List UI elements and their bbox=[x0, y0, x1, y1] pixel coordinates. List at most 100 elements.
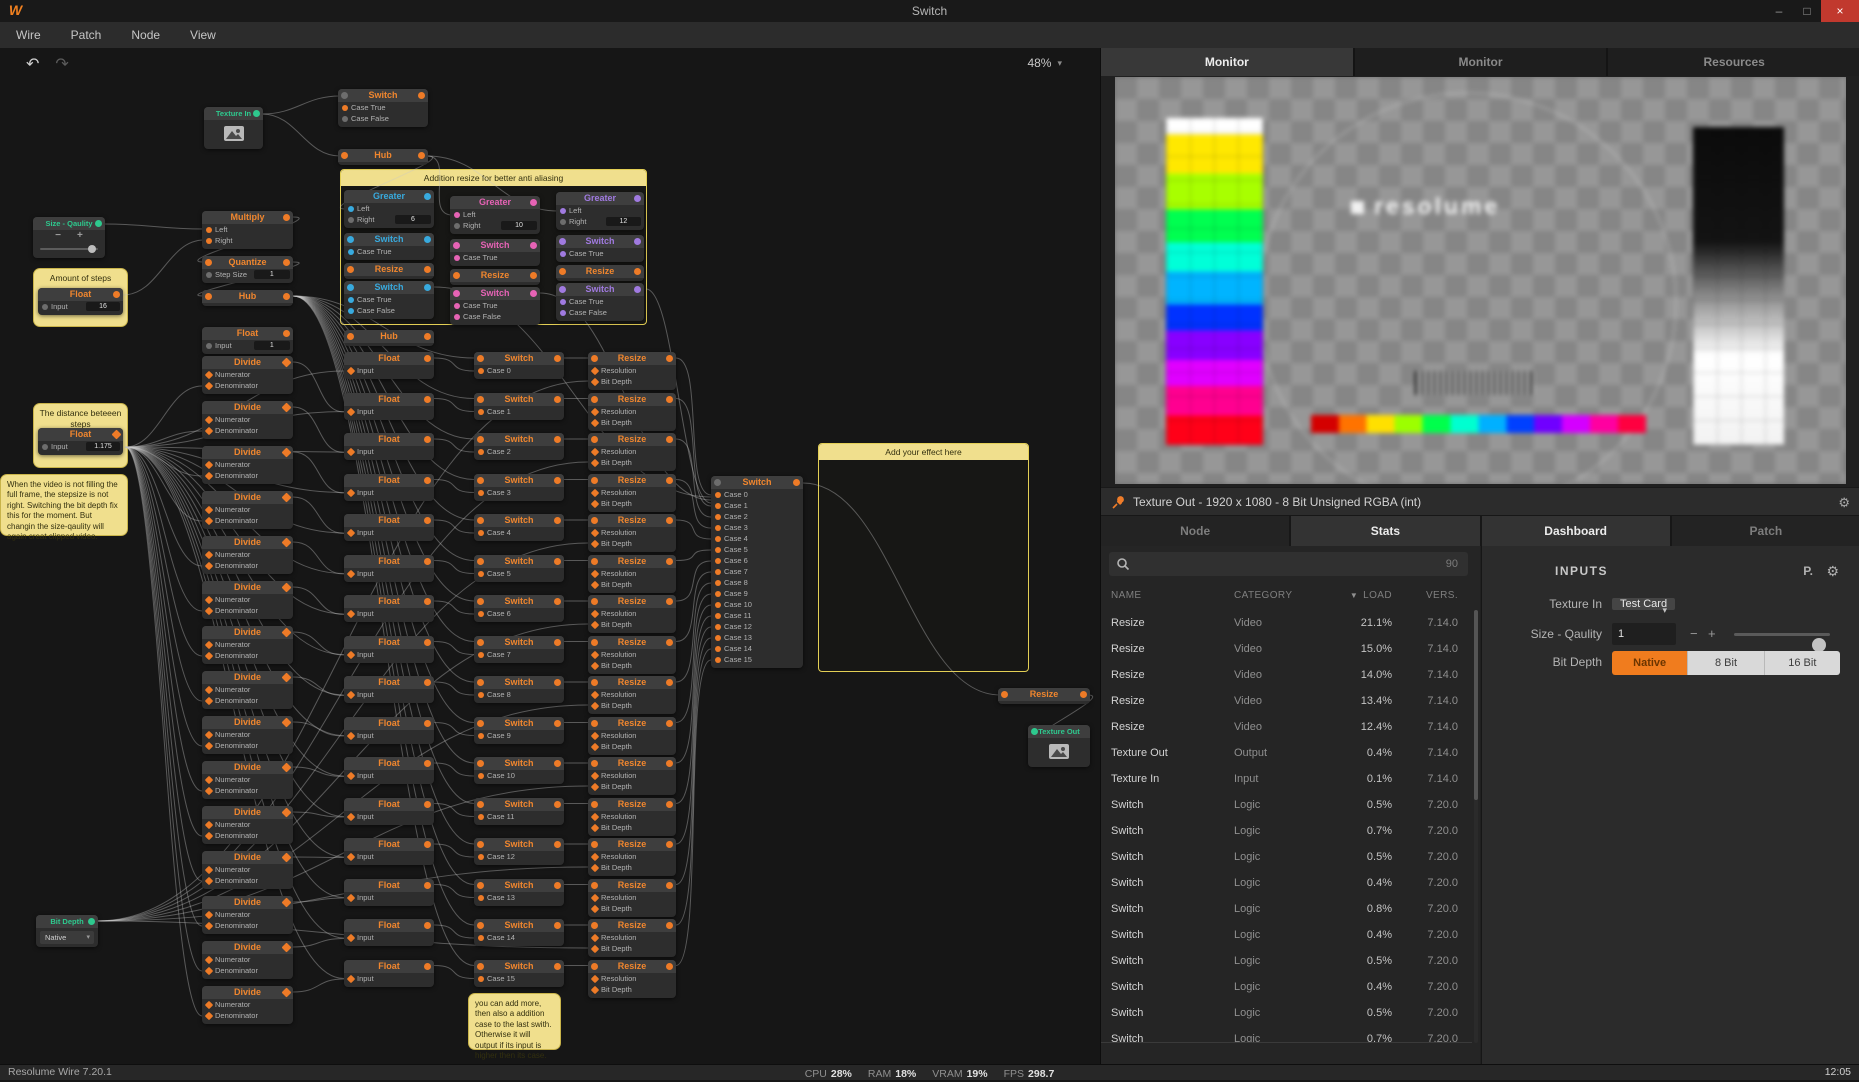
node-switch-col-12[interactable]: SwitchCase 12 bbox=[474, 838, 564, 865]
port-marker[interactable] bbox=[715, 569, 721, 575]
port-marker[interactable] bbox=[205, 786, 213, 794]
table-row[interactable]: ResizeVideo13.4%7.14.0 bbox=[1101, 688, 1472, 714]
output-port[interactable] bbox=[424, 236, 431, 243]
table-row[interactable]: ResizeVideo14.0%7.14.0 bbox=[1101, 662, 1472, 688]
column-version[interactable]: VERS. bbox=[1392, 584, 1458, 608]
output-port[interactable] bbox=[530, 199, 537, 206]
node-divide-col-11[interactable]: DivideNumeratorDenominator bbox=[202, 851, 293, 889]
port-marker[interactable] bbox=[715, 602, 721, 608]
port-marker[interactable] bbox=[478, 895, 484, 901]
output-port[interactable] bbox=[424, 355, 431, 362]
node-bit-depth[interactable]: Bit DepthNative▾ bbox=[36, 915, 98, 947]
port-marker[interactable] bbox=[560, 219, 566, 225]
output-port[interactable] bbox=[424, 517, 431, 524]
port-marker[interactable] bbox=[591, 823, 599, 831]
port-marker[interactable] bbox=[348, 217, 354, 223]
node-resize-col-11[interactable]: ResizeResolutionBit Depth bbox=[588, 798, 676, 836]
input-port[interactable] bbox=[477, 517, 484, 524]
tab-monitor-1[interactable]: Monitor bbox=[1101, 48, 1353, 76]
output-port[interactable] bbox=[282, 853, 292, 863]
input-port[interactable] bbox=[591, 436, 598, 443]
port-marker[interactable] bbox=[478, 571, 484, 577]
input-port[interactable] bbox=[477, 639, 484, 646]
input-port[interactable] bbox=[341, 152, 348, 159]
port-marker[interactable] bbox=[205, 955, 213, 963]
node-switch-col-13[interactable]: SwitchCase 13 bbox=[474, 879, 564, 906]
input-port[interactable] bbox=[477, 598, 484, 605]
output-port[interactable] bbox=[634, 286, 641, 293]
input-port[interactable] bbox=[591, 882, 598, 889]
menu-item-node[interactable]: Node bbox=[131, 22, 160, 48]
bit-depth-16bit[interactable]: 16 Bit bbox=[1765, 651, 1840, 675]
output-port[interactable] bbox=[666, 436, 673, 443]
node-float-col-3[interactable]: FloatInput bbox=[344, 474, 434, 501]
menu-item-view[interactable]: View bbox=[190, 22, 216, 48]
value-field[interactable]: 1.175 bbox=[86, 442, 120, 451]
port-marker[interactable] bbox=[348, 308, 354, 314]
node-divide-col-13[interactable]: DivideNumeratorDenominator bbox=[202, 941, 293, 979]
output-port[interactable] bbox=[418, 92, 425, 99]
port-marker[interactable] bbox=[715, 558, 721, 564]
port-marker[interactable] bbox=[348, 249, 354, 255]
port-marker[interactable] bbox=[205, 876, 213, 884]
node-g3-greater[interactable]: GreaterLeftRight12 bbox=[556, 192, 644, 230]
port-marker[interactable] bbox=[342, 105, 348, 111]
column-name[interactable]: NAME bbox=[1111, 584, 1234, 608]
output-port[interactable] bbox=[424, 558, 431, 565]
node-texture-in[interactable]: Texture In bbox=[204, 107, 263, 149]
output-port[interactable] bbox=[634, 268, 641, 275]
node-divide-col-0[interactable]: DivideNumeratorDenominator bbox=[202, 356, 293, 394]
port-marker[interactable] bbox=[206, 272, 212, 278]
node-quantize[interactable]: QuantizeStep Size1 bbox=[202, 256, 293, 283]
node-g1-switch1[interactable]: SwitchCase True bbox=[344, 233, 434, 260]
port-marker[interactable] bbox=[347, 731, 355, 739]
output-port[interactable] bbox=[424, 760, 431, 767]
column-category[interactable]: CATEGORY bbox=[1234, 584, 1326, 608]
output-port[interactable] bbox=[666, 477, 673, 484]
port-marker[interactable] bbox=[478, 490, 484, 496]
port-marker[interactable] bbox=[42, 304, 48, 310]
output-port[interactable] bbox=[554, 760, 561, 767]
input-port[interactable] bbox=[341, 92, 348, 99]
texture-in-dropdown[interactable]: Test Card ▾ bbox=[1612, 598, 1675, 610]
node-float-col-0[interactable]: FloatInput bbox=[344, 352, 434, 379]
output-port[interactable] bbox=[424, 882, 431, 889]
port-marker[interactable] bbox=[205, 685, 213, 693]
port-marker[interactable] bbox=[205, 595, 213, 603]
output-port[interactable] bbox=[88, 918, 95, 925]
output-port[interactable] bbox=[424, 841, 431, 848]
node-dropdown[interactable]: Native▾ bbox=[40, 931, 94, 944]
input-port[interactable] bbox=[453, 272, 460, 279]
input-port[interactable] bbox=[591, 396, 598, 403]
node-float-col-11[interactable]: FloatInput bbox=[344, 798, 434, 825]
port-marker[interactable] bbox=[347, 407, 355, 415]
tab-stats[interactable]: Stats bbox=[1291, 516, 1479, 546]
port-marker[interactable] bbox=[205, 651, 213, 659]
port-marker[interactable] bbox=[715, 624, 721, 630]
port-marker[interactable] bbox=[478, 611, 484, 617]
port-marker[interactable] bbox=[715, 613, 721, 619]
input-port[interactable] bbox=[477, 477, 484, 484]
port-marker[interactable] bbox=[591, 812, 599, 820]
input-port[interactable] bbox=[477, 355, 484, 362]
output-port[interactable] bbox=[282, 898, 292, 908]
port-marker[interactable] bbox=[42, 444, 48, 450]
port-marker[interactable] bbox=[205, 460, 213, 468]
port-marker[interactable] bbox=[454, 212, 460, 218]
node-divide-col-6[interactable]: DivideNumeratorDenominator bbox=[202, 626, 293, 664]
port-marker[interactable] bbox=[205, 640, 213, 648]
node-g1-greater[interactable]: GreaterLeftRight6 bbox=[344, 190, 434, 228]
value-field[interactable]: 1 bbox=[254, 270, 290, 279]
search-input[interactable]: 90 bbox=[1109, 552, 1468, 576]
input-port[interactable] bbox=[591, 801, 598, 808]
node-float-col-8[interactable]: FloatInput bbox=[344, 676, 434, 703]
input-port[interactable] bbox=[477, 760, 484, 767]
node-resize-col-5[interactable]: ResizeResolutionBit Depth bbox=[588, 555, 676, 593]
port-marker[interactable] bbox=[347, 650, 355, 658]
port-marker[interactable] bbox=[205, 966, 213, 974]
port-marker[interactable] bbox=[478, 449, 484, 455]
node-divide-col-7[interactable]: DivideNumeratorDenominator bbox=[202, 671, 293, 709]
node-float-col-2[interactable]: FloatInput bbox=[344, 433, 434, 460]
node-float-col-9[interactable]: FloatInput bbox=[344, 717, 434, 744]
node-float-col-14[interactable]: FloatInput bbox=[344, 919, 434, 946]
